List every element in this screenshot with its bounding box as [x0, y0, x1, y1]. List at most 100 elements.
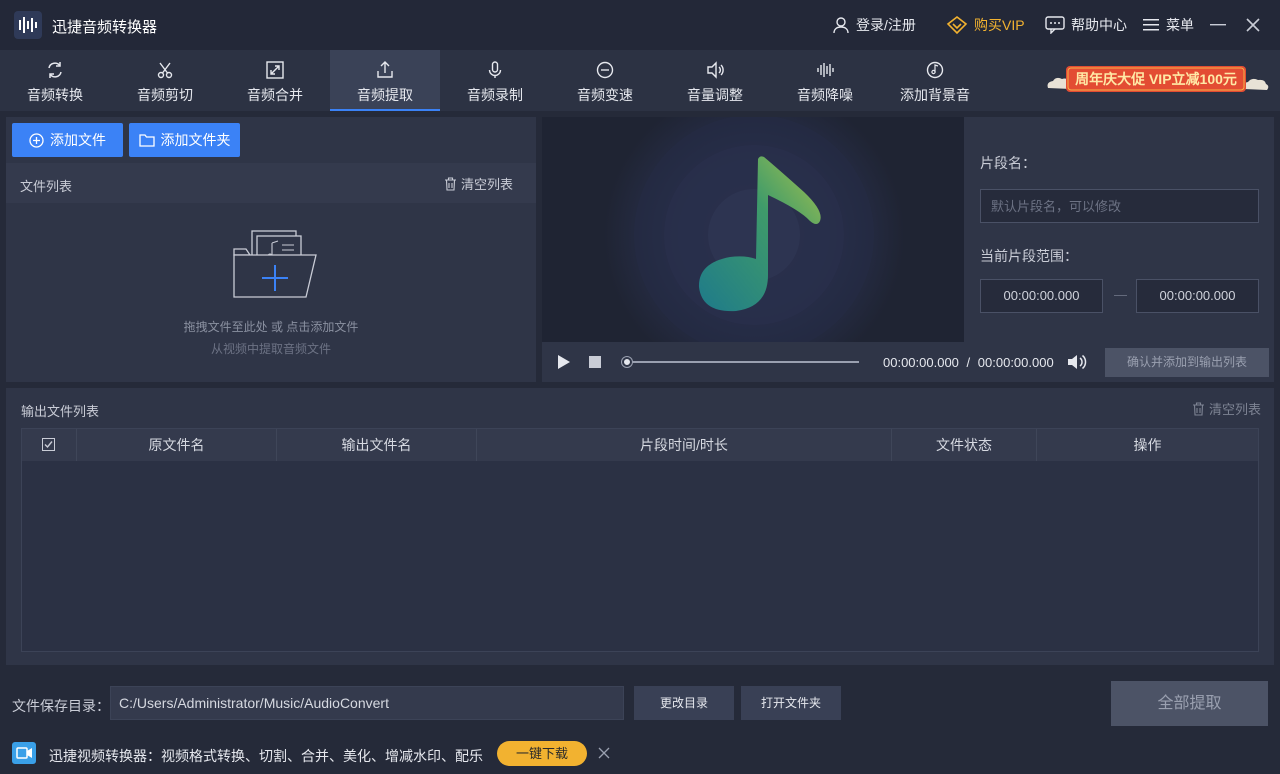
select-all-checkbox[interactable]: [42, 438, 55, 451]
trash-icon: [445, 176, 456, 191]
folder-icon: [138, 134, 155, 147]
speed-icon: [596, 61, 614, 79]
tab-add-background-music[interactable]: 添加背景音: [880, 50, 990, 111]
time-separator: /: [966, 355, 971, 370]
segment-start-time-input[interactable]: 00:00:00.000: [980, 279, 1103, 313]
output-clear-label: 清空列表: [1209, 402, 1262, 417]
ad-bar: 迅捷视频转换器：视频格式转换、切割、合并、美化、增减水印、配乐 一键下载: [0, 734, 1280, 774]
player-controls: 00:00:00.000 / 00:00:00.000 确认并添加到输出列表: [542, 342, 1274, 382]
confirm-add-to-output-button[interactable]: 确认并添加到输出列表: [1105, 348, 1269, 377]
file-list-header: 文件列表 清空列表: [6, 163, 536, 203]
range-dash: —: [1114, 287, 1127, 302]
output-list-title: 输出文件列表: [21, 404, 100, 419]
tab-audio-extract[interactable]: 音频提取: [330, 50, 440, 111]
video-converter-app-icon: [12, 742, 36, 764]
save-directory-field[interactable]: C:/Users/Administrator/Music/AudioConver…: [110, 686, 624, 720]
add-file-label: 添加文件: [50, 132, 106, 148]
open-folder-button[interactable]: 打开文件夹: [741, 686, 841, 720]
vip-diamond-icon: [946, 15, 968, 35]
add-file-button[interactable]: 添加文件: [12, 123, 123, 157]
clear-list-label: 清空列表: [461, 177, 514, 192]
close-icon[interactable]: [1242, 14, 1264, 36]
file-list-title: 文件列表: [20, 179, 73, 194]
menu-button[interactable]: 菜单: [1142, 14, 1194, 36]
hamburger-icon: [1143, 19, 1159, 31]
microphone-icon: [488, 61, 502, 78]
music-disc-icon: [926, 61, 944, 79]
ad-text: 迅捷视频转换器：视频格式转换、切割、合并、美化、增减水印、配乐: [49, 748, 483, 764]
drop-hint-secondary: 从视频中提取音频文件: [210, 342, 331, 356]
file-drop-zone[interactable]: 拖拽文件至此处 或 点击添加文件 从视频中提取音频文件: [6, 203, 536, 382]
tab-noise-reduction[interactable]: 音频降噪: [770, 50, 880, 111]
tab-audio-merge[interactable]: 音频合并: [220, 50, 330, 111]
tab-audio-convert[interactable]: 音频转换: [0, 50, 110, 111]
scissors-icon: [157, 62, 173, 79]
column-actions: 操作: [1133, 437, 1162, 453]
segment-name-input[interactable]: [980, 189, 1259, 223]
tab-audio-speed[interactable]: 音频变速: [550, 50, 660, 111]
plus-circle-icon: [29, 132, 44, 148]
merge-icon: [266, 61, 284, 79]
app-title: 迅捷音频转换器: [52, 19, 158, 36]
segment-end-time-input[interactable]: 00:00:00.000: [1136, 279, 1259, 313]
refresh-icon: [48, 62, 62, 78]
tool-tabs: 音频转换 音频剪切 音频合并 音频提取 音频录制 音频变速 音量调整 音频降噪 …: [0, 50, 1280, 111]
minimize-icon[interactable]: [1207, 14, 1229, 36]
chat-icon: [1045, 16, 1065, 34]
tab-label: 音频合并: [247, 87, 303, 103]
buy-vip-button[interactable]: 购买VIP: [946, 14, 1025, 36]
tab-audio-cut[interactable]: 音频剪切: [110, 50, 220, 111]
tab-audio-record[interactable]: 音频录制: [440, 50, 550, 111]
output-panel: 输出文件列表 清空列表 原文件名 输出文件名 片段时间/时长 文件状态 操作: [6, 388, 1274, 665]
save-directory-label: 文件保存目录：: [12, 698, 110, 714]
help-center-button[interactable]: 帮助中心: [1045, 14, 1127, 36]
column-original-name: 原文件名: [77, 429, 277, 461]
time-readout: 00:00:00.000 / 00:00:00.000: [883, 355, 1054, 370]
close-ad-icon[interactable]: [598, 747, 610, 759]
add-folder-label: 添加文件夹: [160, 132, 231, 148]
tab-label: 音频转换: [27, 87, 83, 103]
extract-all-button[interactable]: 全部提取: [1111, 681, 1268, 726]
file-panel: 添加文件 添加文件夹 文件列表 清空列表 拖拽文件至此处 或 点击添加文件 从视…: [6, 117, 536, 382]
tab-label: 音频录制: [467, 87, 523, 103]
clear-output-list-button[interactable]: 清空列表: [1192, 399, 1261, 418]
user-icon: [833, 17, 849, 34]
waveform-icon: [817, 63, 834, 77]
tab-label: 音频剪切: [137, 87, 193, 103]
add-folder-button[interactable]: 添加文件夹: [129, 123, 240, 157]
menu-label: 菜单: [1166, 17, 1194, 33]
progress-slider[interactable]: [622, 357, 859, 367]
volume-icon: [707, 61, 724, 79]
trash-icon: [1193, 401, 1204, 416]
clear-file-list-button[interactable]: 清空列表: [444, 174, 513, 193]
tab-label: 音频提取: [357, 87, 413, 103]
select-all-column: [22, 429, 77, 461]
add-folder-illustration-icon: [233, 230, 317, 298]
title-bar: 迅捷音频转换器 登录/注册 购买VIP 帮助中心 菜单: [0, 0, 1280, 50]
login-button[interactable]: 登录/注册: [832, 14, 916, 36]
tab-label: 音频变速: [577, 87, 633, 103]
audio-preview: [542, 117, 964, 342]
upload-icon: [377, 61, 393, 78]
current-time: 00:00:00.000: [883, 355, 959, 370]
tab-label: 音频降噪: [797, 87, 853, 103]
play-icon[interactable]: [556, 354, 572, 370]
promo-banner[interactable]: 周年庆大促 VIP立减100元: [1044, 62, 1270, 98]
output-table-header: 原文件名 输出文件名 片段时间/时长 文件状态 操作: [22, 429, 1258, 461]
app-logo-icon: [14, 11, 42, 39]
tab-label: 添加背景音: [900, 87, 970, 103]
music-note-illustration: [604, 117, 904, 342]
total-time: 00:00:00.000: [977, 355, 1054, 370]
volume-speaker-icon[interactable]: [1066, 353, 1088, 371]
progress-knob[interactable]: [622, 357, 632, 367]
stop-icon[interactable]: [589, 356, 601, 368]
segment-range-label: 当前片段范围：: [980, 248, 1078, 264]
vip-label: 购买VIP: [974, 17, 1025, 33]
column-segment-duration: 片段时间/时长: [477, 429, 892, 461]
login-label: 登录/注册: [856, 17, 916, 33]
change-directory-button[interactable]: 更改目录: [634, 686, 734, 720]
one-click-download-button[interactable]: 一键下载: [497, 741, 587, 766]
tab-volume-adjust[interactable]: 音量调整: [660, 50, 770, 111]
checkmark-icon: [44, 441, 53, 449]
column-file-status: 文件状态: [892, 429, 1037, 461]
